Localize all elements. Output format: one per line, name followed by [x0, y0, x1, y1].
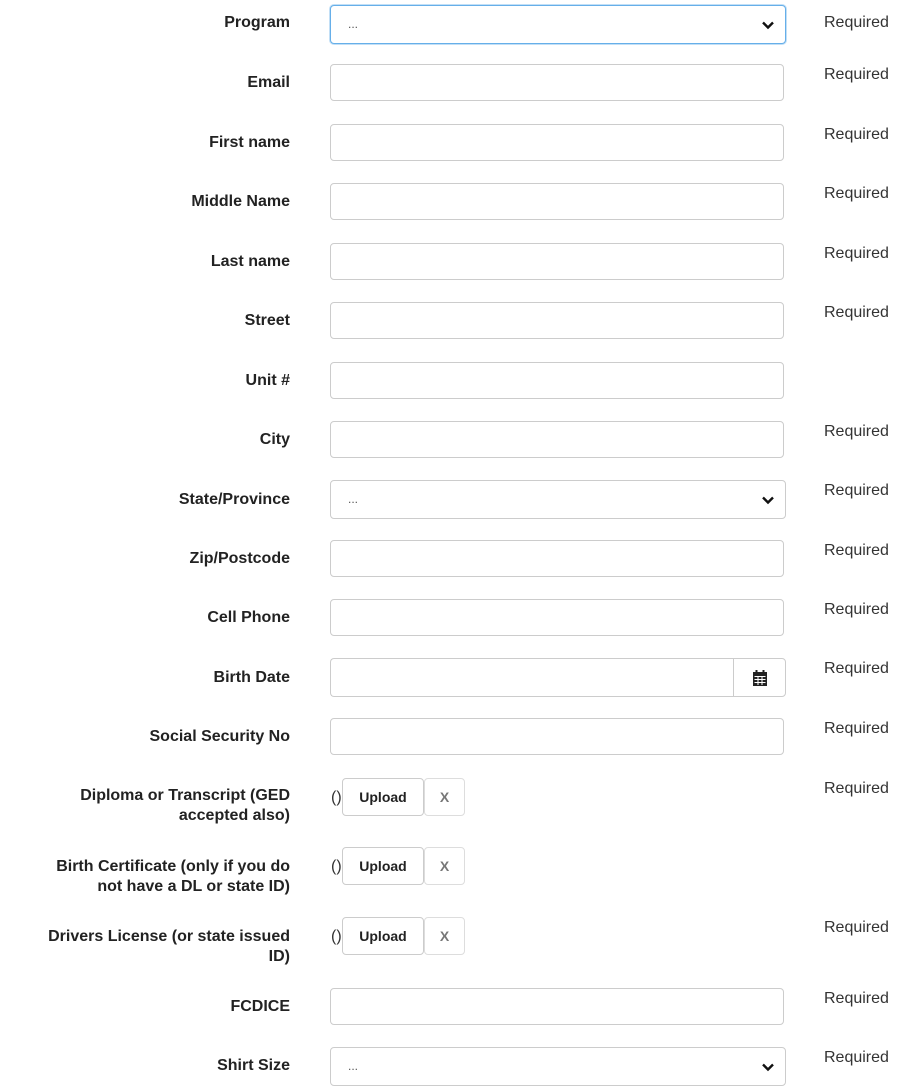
required-indicator: Required	[824, 126, 889, 143]
last-name-label: Last name	[210, 253, 290, 270]
required-indicator: Required	[824, 423, 889, 440]
zip-label: Zip/Postcode	[189, 550, 290, 567]
birth-date-input[interactable]	[330, 658, 734, 697]
required-indicator: Required	[824, 601, 889, 618]
birth-certificate-label-line2: not have a DL or state ID)	[97, 878, 290, 895]
fcdice-input[interactable]	[330, 988, 784, 1025]
chevron-down-icon	[762, 21, 774, 30]
middle-name-input[interactable]	[330, 183, 784, 220]
required-indicator: Required	[824, 304, 889, 321]
diploma-upload-button[interactable]: Upload	[342, 778, 424, 816]
birth-certificate-label-line1: Birth Certificate (only if you do	[56, 858, 290, 875]
zip-input[interactable]	[330, 540, 784, 577]
shirt-size-select[interactable]: ...	[330, 1047, 786, 1086]
required-indicator: Required	[824, 66, 889, 83]
required-indicator: Required	[824, 542, 889, 559]
required-indicator: Required	[824, 720, 889, 737]
required-indicator: Required	[824, 482, 889, 499]
chevron-down-icon	[762, 1063, 774, 1072]
first-name-label: First name	[209, 134, 290, 151]
diploma-file-name: ()	[331, 789, 342, 806]
unit-input[interactable]	[330, 362, 784, 399]
state-select[interactable]: ...	[330, 480, 786, 519]
program-label: Program	[224, 14, 290, 31]
last-name-input[interactable]	[330, 243, 784, 280]
cell-phone-input[interactable]	[330, 599, 784, 636]
birth-certificate-label: Birth Certificate (only if you do not ha…	[0, 857, 290, 897]
email-label: Email	[247, 74, 290, 91]
drivers-license-clear-button[interactable]: X	[424, 917, 465, 955]
birth-certificate-file-name: ()	[331, 858, 342, 875]
diploma-clear-button[interactable]: X	[424, 778, 465, 816]
cell-phone-label: Cell Phone	[207, 609, 290, 626]
drivers-license-label-line2: ID)	[268, 948, 290, 965]
drivers-license-label: Drivers License (or state issued ID)	[0, 927, 290, 967]
state-label: State/Province	[178, 491, 290, 508]
required-indicator: Required	[824, 14, 889, 31]
calendar-icon	[753, 670, 767, 686]
middle-name-label: Middle Name	[191, 193, 290, 210]
shirt-size-label: Shirt Size	[217, 1057, 290, 1074]
birth-certificate-upload-button[interactable]: Upload	[342, 847, 424, 885]
program-select-value: ...	[348, 17, 359, 31]
email-input[interactable]	[330, 64, 784, 101]
date-picker-button[interactable]	[733, 658, 786, 697]
drivers-license-label-line1: Drivers License (or state issued	[48, 928, 290, 945]
required-indicator: Required	[824, 780, 889, 797]
required-indicator: Required	[824, 185, 889, 202]
birth-date-group	[330, 658, 786, 697]
first-name-input[interactable]	[330, 124, 784, 161]
required-indicator: Required	[824, 1049, 889, 1066]
shirt-size-select-value: ...	[348, 1059, 359, 1073]
diploma-label-line1: Diploma or Transcript (GED	[80, 787, 290, 804]
fcdice-label: FCDICE	[230, 998, 290, 1015]
diploma-label: Diploma or Transcript (GED accepted also…	[0, 786, 290, 826]
ssn-label: Social Security No	[149, 728, 291, 745]
required-indicator: Required	[824, 919, 889, 936]
drivers-license-upload-button[interactable]: Upload	[342, 917, 424, 955]
chevron-down-icon	[762, 496, 774, 505]
birth-date-label: Birth Date	[213, 669, 290, 686]
unit-label: Unit #	[245, 372, 290, 389]
street-input[interactable]	[330, 302, 784, 339]
required-indicator: Required	[824, 990, 889, 1007]
program-select[interactable]: ...	[330, 5, 786, 44]
drivers-license-file-name: ()	[331, 928, 342, 945]
required-indicator: Required	[824, 660, 889, 677]
birth-certificate-clear-button[interactable]: X	[424, 847, 465, 885]
ssn-input[interactable]	[330, 718, 784, 755]
city-label: City	[259, 431, 290, 448]
state-select-value: ...	[348, 492, 359, 506]
required-indicator: Required	[824, 245, 889, 262]
street-label: Street	[244, 312, 290, 329]
diploma-label-line2: accepted also)	[178, 807, 290, 824]
city-input[interactable]	[330, 421, 784, 458]
